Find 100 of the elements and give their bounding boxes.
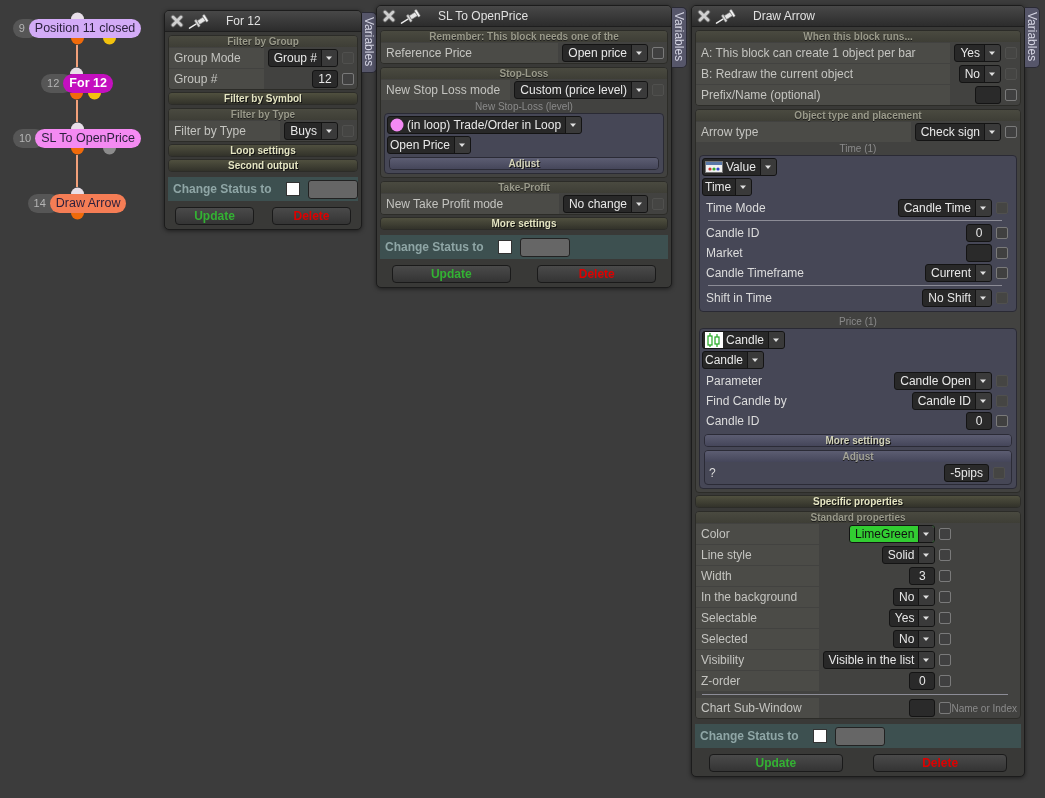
caret-icon[interactable] <box>631 82 647 98</box>
input-field[interactable] <box>519 237 570 257</box>
dropdown[interactable]: No <box>958 65 1001 83</box>
output-port-icon[interactable] <box>70 93 84 100</box>
section-header[interactable]: Filter by Symbol <box>169 93 357 104</box>
pin-icon[interactable] <box>188 13 210 29</box>
input-field[interactable]: 0 <box>909 672 936 690</box>
close-icon[interactable] <box>382 9 396 23</box>
caret-icon[interactable] <box>565 117 582 133</box>
input-field[interactable] <box>307 179 358 199</box>
input-field[interactable]: 12 <box>312 70 338 88</box>
section-header[interactable]: Specific properties <box>696 496 1020 507</box>
input-field[interactable]: 3 <box>909 567 936 585</box>
dropdown[interactable]: Buys <box>284 122 338 140</box>
section-header[interactable]: Filter by Group <box>169 36 357 47</box>
caret-icon[interactable] <box>975 393 991 409</box>
input-field[interactable]: -5pips <box>944 464 989 482</box>
checkbox[interactable] <box>996 247 1008 259</box>
dropdown[interactable]: No <box>893 630 936 648</box>
checkbox[interactable] <box>1005 126 1017 138</box>
input-port-icon[interactable] <box>70 122 84 129</box>
dropdown[interactable]: Value <box>702 158 777 176</box>
checkbox[interactable] <box>939 591 952 603</box>
output-port-icon[interactable] <box>88 93 102 100</box>
input-port-icon[interactable] <box>70 187 84 194</box>
caret-icon[interactable] <box>918 631 935 647</box>
dropdown[interactable]: Candle <box>702 351 765 369</box>
input-field[interactable] <box>909 699 936 717</box>
dropdown[interactable]: Candle ID <box>911 392 992 410</box>
caret-icon[interactable] <box>631 45 647 61</box>
input-field[interactable] <box>975 86 1001 104</box>
caret-icon[interactable] <box>321 123 337 139</box>
dropdown[interactable]: Current <box>925 264 992 282</box>
output-port-icon[interactable] <box>102 38 116 45</box>
dropdown[interactable]: Custom (price level) <box>514 81 648 99</box>
block-node[interactable]: SL To OpenPrice <box>35 129 142 148</box>
update-button[interactable]: Update <box>391 265 511 283</box>
caret-icon[interactable] <box>918 526 935 542</box>
checkbox[interactable] <box>939 612 952 624</box>
checkbox[interactable] <box>652 47 664 59</box>
checkbox[interactable] <box>342 73 354 85</box>
dropdown[interactable]: (in loop) Trade/Order in Loop <box>387 116 583 134</box>
dropdown[interactable]: Candle Time <box>897 199 992 217</box>
input-field[interactable] <box>966 244 992 262</box>
dropdown[interactable]: Solid <box>881 546 936 564</box>
dropdown[interactable]: Check sign <box>914 123 1001 141</box>
dropdown[interactable]: Yes <box>954 44 1001 62</box>
checkbox[interactable] <box>497 240 512 254</box>
caret-icon[interactable] <box>735 179 752 195</box>
dropdown[interactable]: Candle <box>702 331 786 349</box>
caret-icon[interactable] <box>984 124 1000 140</box>
checkbox[interactable] <box>1005 89 1017 101</box>
section-header[interactable]: Second output <box>169 160 357 171</box>
dropdown[interactable]: Time <box>702 178 753 196</box>
caret-icon[interactable] <box>631 196 647 212</box>
section-header[interactable]: More settings <box>381 218 667 229</box>
dropdown[interactable]: No Shift <box>922 289 992 307</box>
block-node[interactable]: Draw Arrow <box>49 194 127 213</box>
input-field[interactable]: 0 <box>966 224 992 242</box>
dropdown[interactable]: No <box>893 588 936 606</box>
caret-icon[interactable] <box>975 265 991 281</box>
pin-icon[interactable] <box>715 8 737 24</box>
output-port-icon[interactable] <box>70 148 84 155</box>
checkbox[interactable] <box>939 675 952 687</box>
caret-icon[interactable] <box>768 332 785 348</box>
pin-icon[interactable] <box>400 8 422 24</box>
input-field[interactable] <box>834 726 885 746</box>
variables-tab[interactable]: Variables <box>1025 7 1040 69</box>
caret-icon[interactable] <box>975 290 991 306</box>
checkbox[interactable] <box>812 729 827 743</box>
output-port-icon[interactable] <box>102 148 116 155</box>
variables-tab[interactable]: Variables <box>672 7 687 69</box>
checkbox[interactable] <box>939 528 952 540</box>
dropdown[interactable]: No change <box>562 195 648 213</box>
dropdown[interactable]: Visible in the list <box>822 651 936 669</box>
dropdown[interactable]: Candle Open <box>894 372 992 390</box>
caret-icon[interactable] <box>918 652 935 668</box>
checkbox[interactable] <box>996 227 1008 239</box>
section-header[interactable]: More settings <box>705 435 1011 446</box>
caret-icon[interactable] <box>918 610 935 626</box>
caret-icon[interactable] <box>918 547 935 563</box>
close-icon[interactable] <box>697 9 711 23</box>
block-node[interactable]: Position 11 closed <box>28 19 142 38</box>
checkbox[interactable] <box>285 182 300 196</box>
caret-icon[interactable] <box>975 373 991 389</box>
caret-icon[interactable] <box>454 137 471 153</box>
caret-icon[interactable] <box>747 352 764 368</box>
input-port-icon[interactable] <box>70 67 84 74</box>
input-field[interactable]: 0 <box>966 412 992 430</box>
dropdown[interactable]: Open Price <box>387 136 472 154</box>
checkbox[interactable] <box>939 633 952 645</box>
caret-icon[interactable] <box>918 589 935 605</box>
close-icon[interactable] <box>170 14 184 28</box>
checkbox[interactable] <box>939 570 952 582</box>
output-port-icon[interactable] <box>70 213 84 220</box>
dropdown[interactable]: Open price <box>562 44 648 62</box>
section-header[interactable]: Stop-Loss <box>381 68 667 79</box>
checkbox[interactable] <box>996 415 1008 427</box>
caret-icon[interactable] <box>984 45 1000 61</box>
dropdown[interactable]: LimeGreen <box>849 525 936 543</box>
